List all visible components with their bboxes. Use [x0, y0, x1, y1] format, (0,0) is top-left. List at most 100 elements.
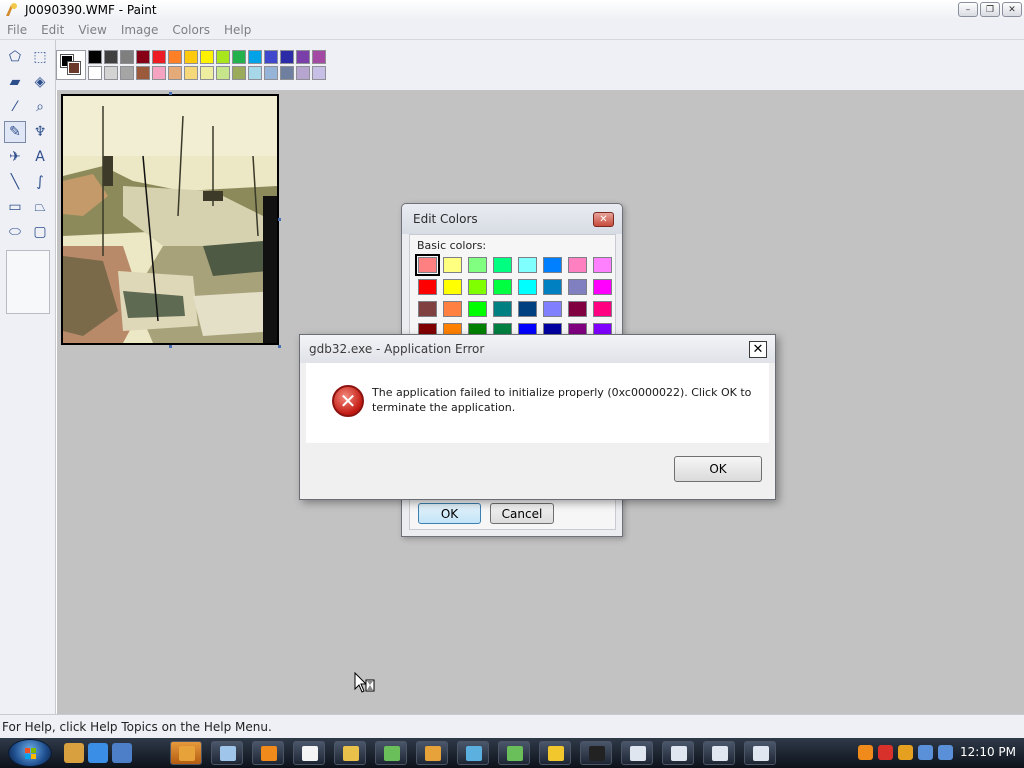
menu-colors[interactable]: Colors — [165, 23, 217, 37]
menu-file[interactable]: File — [0, 23, 34, 37]
tray-icon[interactable] — [938, 745, 953, 760]
taskbar-button[interactable] — [293, 741, 325, 765]
palette-swatch[interactable] — [184, 66, 198, 80]
palette-swatch[interactable] — [88, 50, 102, 64]
fill-icon[interactable]: ◈ — [29, 71, 51, 93]
palette-swatch[interactable] — [104, 50, 118, 64]
tray-icon[interactable] — [858, 745, 873, 760]
tray-icon[interactable] — [878, 745, 893, 760]
taskbar-button[interactable] — [498, 741, 530, 765]
rounded-rectangle-icon[interactable]: ▢ — [29, 221, 51, 243]
quicklaunch-icon[interactable] — [88, 743, 108, 763]
line-icon[interactable]: ╲ — [4, 171, 26, 193]
palette-swatch[interactable] — [312, 66, 326, 80]
basic-color-swatch[interactable] — [593, 301, 612, 317]
rectangle-icon[interactable]: ▭ — [4, 196, 26, 218]
current-colors[interactable] — [56, 50, 86, 80]
basic-color-swatch[interactable] — [568, 279, 587, 295]
taskbar-button[interactable] — [662, 741, 694, 765]
palette-swatch[interactable] — [232, 50, 246, 64]
edit-colors-close-button[interactable]: ✕ — [593, 212, 614, 227]
taskbar-button[interactable] — [170, 741, 202, 765]
taskbar-button[interactable] — [457, 741, 489, 765]
brush-icon[interactable]: ♆ — [29, 121, 51, 143]
taskbar-button[interactable] — [539, 741, 571, 765]
resize-handle[interactable] — [278, 218, 281, 221]
basic-color-swatch[interactable] — [568, 301, 587, 317]
basic-color-swatch[interactable] — [493, 301, 512, 317]
palette-swatch[interactable] — [168, 66, 182, 80]
resize-handle[interactable] — [169, 345, 172, 348]
palette-swatch[interactable] — [152, 66, 166, 80]
taskbar-button[interactable] — [580, 741, 612, 765]
menu-image[interactable]: Image — [114, 23, 166, 37]
taskbar-button[interactable] — [375, 741, 407, 765]
resize-handle[interactable] — [169, 92, 172, 95]
basic-color-swatch[interactable] — [415, 254, 440, 276]
basic-color-swatch[interactable] — [593, 257, 612, 273]
basic-color-swatch[interactable] — [418, 301, 437, 317]
palette-swatch[interactable] — [280, 66, 294, 80]
application-error-ok-button[interactable]: OK — [674, 456, 762, 482]
basic-color-swatch[interactable] — [493, 279, 512, 295]
palette-swatch[interactable] — [296, 66, 310, 80]
resize-handle[interactable] — [278, 345, 281, 348]
palette-swatch[interactable] — [104, 66, 118, 80]
tray-icon[interactable] — [918, 745, 933, 760]
palette-swatch[interactable] — [248, 50, 262, 64]
pick-color-icon[interactable]: ⁄ — [4, 96, 26, 118]
basic-color-swatch[interactable] — [518, 279, 537, 295]
palette-swatch[interactable] — [216, 50, 230, 64]
quicklaunch-icon[interactable] — [112, 743, 132, 763]
palette-swatch[interactable] — [280, 50, 294, 64]
taskbar-button[interactable] — [621, 741, 653, 765]
palette-swatch[interactable] — [168, 50, 182, 64]
maximize-button[interactable]: ❐ — [980, 2, 1000, 17]
taskbar-button[interactable] — [211, 741, 243, 765]
menu-help[interactable]: Help — [217, 23, 258, 37]
palette-swatch[interactable] — [184, 50, 198, 64]
palette-swatch[interactable] — [296, 50, 310, 64]
edit-colors-cancel-button[interactable]: Cancel — [490, 503, 554, 524]
taskbar-clock[interactable]: 12:10 PM — [960, 745, 1016, 759]
palette-swatch[interactable] — [312, 50, 326, 64]
palette-swatch[interactable] — [136, 66, 150, 80]
palette-swatch[interactable] — [216, 66, 230, 80]
ellipse-icon[interactable]: ⬭ — [4, 221, 26, 243]
taskbar-button[interactable] — [334, 741, 366, 765]
taskbar-button[interactable] — [744, 741, 776, 765]
palette-swatch[interactable] — [88, 66, 102, 80]
polygon-icon[interactable]: ⏢ — [29, 196, 51, 218]
basic-color-swatch[interactable] — [443, 257, 462, 273]
free-form-select-icon[interactable]: ⬠ — [4, 46, 26, 68]
select-icon[interactable]: ⬚ — [29, 46, 51, 68]
edit-colors-ok-button[interactable]: OK — [418, 503, 481, 524]
menu-view[interactable]: View — [71, 23, 113, 37]
taskbar-button[interactable] — [416, 741, 448, 765]
magnifier-icon[interactable]: ⌕ — [29, 96, 51, 118]
curve-icon[interactable]: ∫ — [29, 171, 51, 193]
quicklaunch-icon[interactable] — [64, 743, 84, 763]
taskbar-button[interactable] — [252, 741, 284, 765]
basic-color-swatch[interactable] — [443, 279, 462, 295]
palette-swatch[interactable] — [200, 50, 214, 64]
basic-color-swatch[interactable] — [443, 301, 462, 317]
airbrush-icon[interactable]: ✈ — [4, 146, 26, 168]
palette-swatch[interactable] — [120, 66, 134, 80]
canvas-image[interactable] — [61, 94, 279, 345]
palette-swatch[interactable] — [120, 50, 134, 64]
text-icon[interactable]: A — [29, 146, 51, 168]
palette-swatch[interactable] — [232, 66, 246, 80]
palette-swatch[interactable] — [264, 66, 278, 80]
basic-color-swatch[interactable] — [468, 301, 487, 317]
menu-edit[interactable]: Edit — [34, 23, 71, 37]
close-button[interactable]: ✕ — [1002, 2, 1022, 17]
basic-color-swatch[interactable] — [418, 279, 437, 295]
palette-swatch[interactable] — [152, 50, 166, 64]
basic-color-swatch[interactable] — [518, 257, 537, 273]
application-error-close-button[interactable]: ✕ — [749, 341, 767, 358]
basic-color-swatch[interactable] — [543, 301, 562, 317]
basic-color-swatch[interactable] — [518, 301, 537, 317]
palette-swatch[interactable] — [264, 50, 278, 64]
basic-color-swatch[interactable] — [568, 257, 587, 273]
